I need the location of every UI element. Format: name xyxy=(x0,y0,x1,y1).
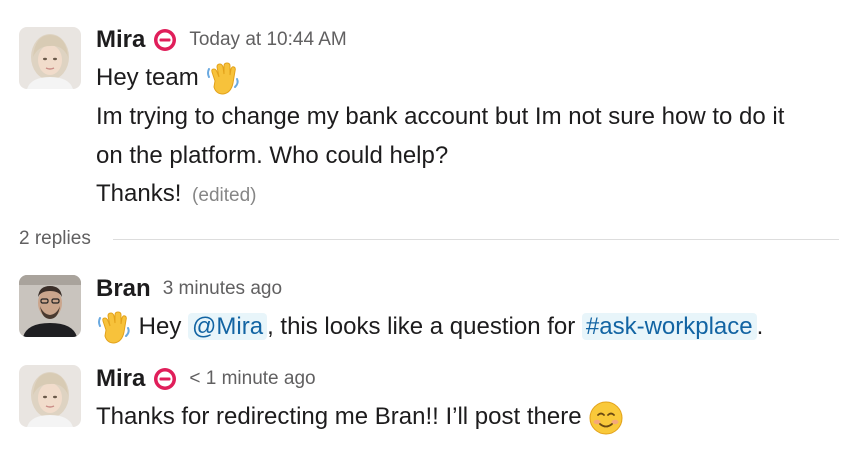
edited-label: (edited) xyxy=(192,185,257,206)
message-line: Im trying to change my bank account but … xyxy=(96,98,784,136)
author-name[interactable]: Bran xyxy=(96,275,151,303)
replies-count[interactable]: 2 replies xyxy=(19,228,91,250)
avatar-mira[interactable] xyxy=(19,27,81,89)
author-name[interactable]: Mira xyxy=(96,365,145,393)
message-mira-original: Mira Today at 10:44 AM Hey team Im tryin… xyxy=(0,0,851,215)
message-bran-reply: Bran 3 minutes ago Hey @Mira, this looks… xyxy=(0,260,851,350)
message-line: Thanks for redirecting me Bran!! I’ll po… xyxy=(96,398,624,436)
message-text: . xyxy=(756,313,764,340)
divider xyxy=(112,238,839,240)
message-text: Thanks for redirecting me Bran!! I’ll po… xyxy=(96,403,582,430)
message-line: Thanks! (edited) xyxy=(96,175,256,215)
avatar-mira[interactable] xyxy=(19,365,81,427)
message-timestamp[interactable]: Today at 10:44 AM xyxy=(189,29,346,51)
message-line: Hey team xyxy=(96,59,241,97)
message-text: Hey team xyxy=(96,64,199,91)
message-text: Im trying to change my bank account but … xyxy=(96,103,785,130)
do-not-disturb-icon xyxy=(153,28,177,52)
smiling-face-icon xyxy=(588,400,624,436)
message-mira-reply: Mira < 1 minute ago Thanks for redirecti… xyxy=(0,350,851,453)
message-header: Mira < 1 minute ago xyxy=(96,364,316,394)
channel-link[interactable]: #ask-workplace xyxy=(581,313,757,340)
message-timestamp[interactable]: < 1 minute ago xyxy=(189,368,315,390)
message-line: on the platform. Who could help? xyxy=(96,137,448,175)
author-name[interactable]: Mira xyxy=(96,26,145,54)
message-header: Bran 3 minutes ago xyxy=(96,274,282,304)
avatar-bran[interactable] xyxy=(19,275,81,337)
user-mention[interactable]: @Mira xyxy=(188,313,268,340)
message-text: Thanks! xyxy=(96,180,182,207)
message-header: Mira Today at 10:44 AM xyxy=(96,25,347,55)
do-not-disturb-icon xyxy=(153,367,177,391)
message-line: Hey @Mira, this looks like a question fo… xyxy=(96,308,763,346)
thread-replies-divider: 2 replies xyxy=(19,228,839,250)
waving-hand-icon xyxy=(205,61,241,97)
message-text: , this looks like a question for xyxy=(267,313,576,340)
message-text: on the platform. Who could help? xyxy=(96,142,449,169)
message-timestamp[interactable]: 3 minutes ago xyxy=(163,278,282,300)
message-text: Hey xyxy=(138,313,182,340)
waving-hand-icon xyxy=(96,310,132,346)
